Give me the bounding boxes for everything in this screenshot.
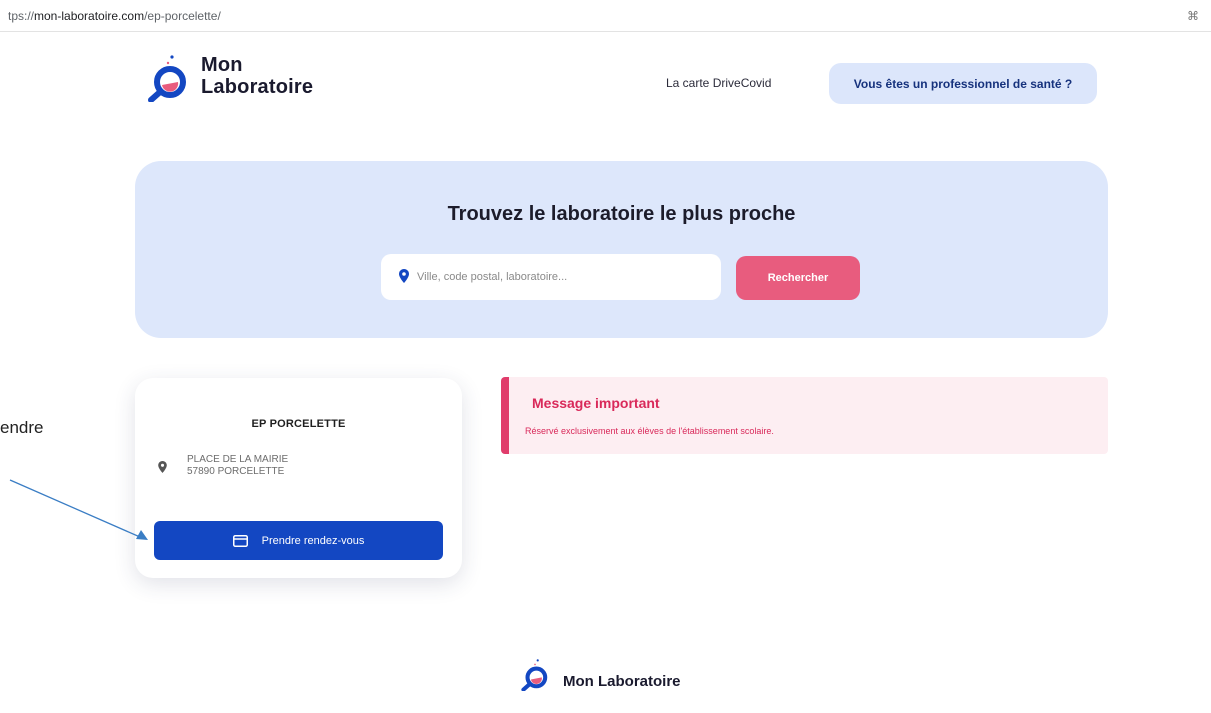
lab-address: PLACE DE LA MAIRIE 57890 PORCELETTE	[187, 454, 288, 478]
appointment-button-content: Prendre rendez-vous	[154, 534, 443, 547]
lab-address-line1: PLACE DE LA MAIRIE	[187, 454, 289, 465]
annotation-arrow-icon	[9, 479, 148, 540]
nav-link-drivecovid[interactable]: La carte DriveCovid	[666, 76, 771, 90]
url-text[interactable]: tps://mon-laboratoire.com/ep-porcelette/	[8, 9, 221, 23]
logo-text: Mon Laboratoire	[201, 54, 313, 98]
command-icon[interactable]: ⌘	[1187, 9, 1199, 23]
search-input[interactable]	[417, 262, 707, 292]
logo-line2: Laboratoire	[201, 76, 314, 98]
url-prefix: tps://	[8, 9, 35, 23]
lab-card: EP PORCELETTE PLACE DE LA MAIRIE 57890 P…	[135, 378, 462, 578]
logo-flask-icon	[521, 659, 548, 691]
annotation-text: endre	[0, 418, 44, 437]
footer-logo-text: Mon Laboratoire	[563, 673, 681, 690]
appointment-button[interactable]: Prendre rendez-vous	[154, 521, 443, 560]
search-panel: Trouvez le laboratoire le plus proche Re…	[135, 161, 1108, 338]
calendar-icon	[232, 534, 248, 547]
message-title: Message important	[532, 395, 660, 411]
footer-logo[interactable]: Mon Laboratoire	[521, 657, 741, 697]
appointment-button-label: Prendre rendez-vous	[261, 534, 365, 547]
site-logo[interactable]: Mon Laboratoire	[148, 52, 368, 102]
logo-line1: Mon	[201, 54, 243, 76]
location-pin-icon	[399, 269, 409, 283]
important-message: Message important Réservé exclusivement …	[501, 377, 1108, 454]
url-path: /ep-porcelette/	[144, 9, 221, 23]
lab-address-line2: 57890 PORCELETTE	[187, 466, 285, 477]
lab-name: EP PORCELETTE	[251, 418, 346, 430]
logo-flask-icon	[148, 55, 186, 102]
search-box[interactable]	[381, 254, 721, 300]
health-professional-button[interactable]: Vous êtes un professionnel de santé ?	[829, 63, 1097, 104]
search-title: Trouvez le laboratoire le plus proche	[447, 203, 796, 225]
search-button[interactable]: Rechercher	[736, 256, 860, 300]
url-host: mon-laboratoire.com	[34, 9, 145, 23]
message-text: Réservé exclusivement aux élèves de l'ét…	[525, 426, 774, 436]
browser-url-bar[interactable]: tps://mon-laboratoire.com/ep-porcelette/…	[0, 0, 1211, 32]
page: tps://mon-laboratoire.com/ep-porcelette/…	[0, 0, 1211, 713]
